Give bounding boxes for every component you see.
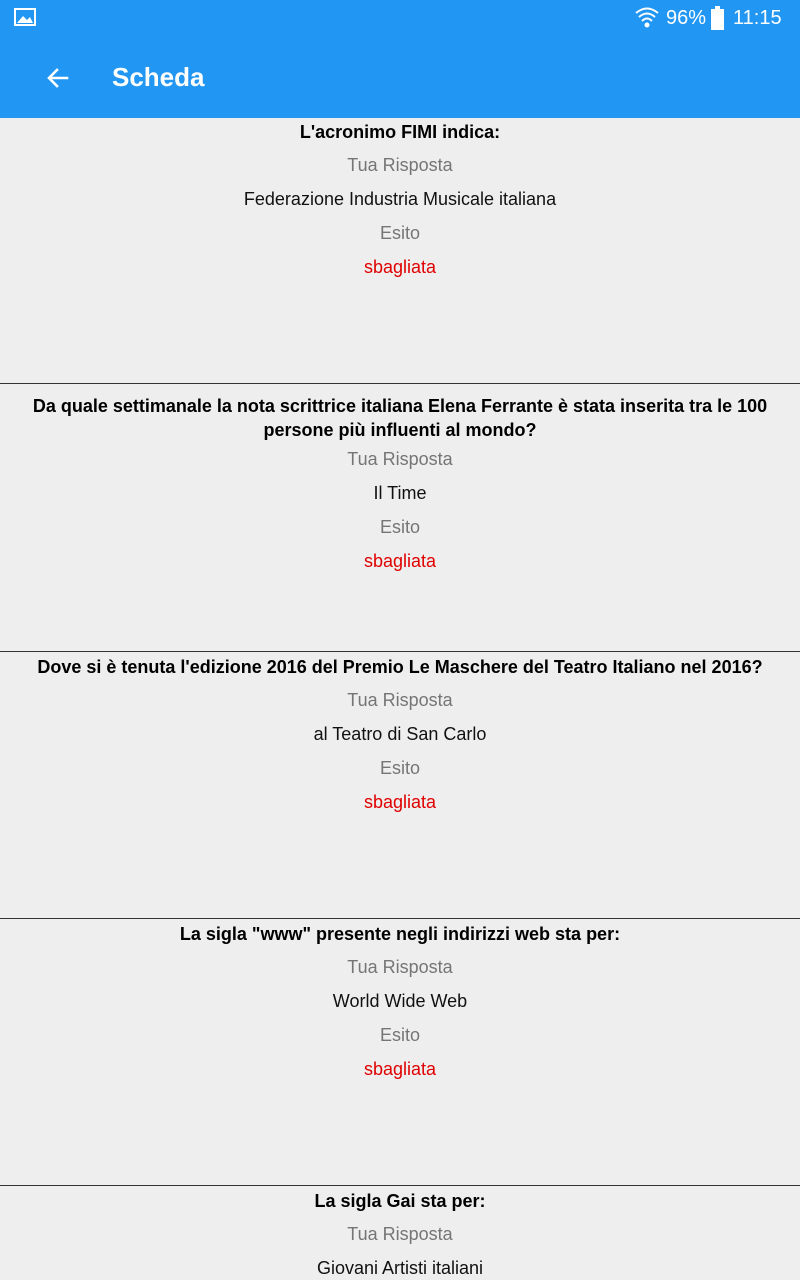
answer-text: al Teatro di San Carlo	[313, 724, 487, 744]
question-text: Dove si è tenuta l'edizione 2016 del Pre…	[37, 657, 763, 677]
page-title: Scheda	[112, 62, 205, 92]
app-bar: Scheda	[0, 38, 800, 118]
result-label: Esito	[379, 1025, 421, 1045]
battery-percentage: 96%	[666, 7, 707, 29]
result-label: Esito	[379, 517, 421, 537]
gallery-icon	[14, 8, 36, 26]
results-list[interactable]: L'acronimo FIMI indica: Tua Risposta Fed…	[0, 118, 800, 1280]
question-text: La sigla "www" presente negli indirizzi …	[179, 924, 621, 944]
battery-icon	[711, 6, 724, 30]
wifi-icon	[635, 7, 659, 28]
answer-text: Federazione Industria Musicale italiana	[243, 189, 557, 209]
answer-label: Tua Risposta	[347, 155, 453, 175]
result-card[interactable]: La sigla Gai sta per: Tua Risposta Giova…	[0, 1186, 800, 1280]
arrow-left-icon	[47, 68, 69, 88]
result-card[interactable]: La sigla "www" presente negli indirizzi …	[0, 919, 800, 1186]
answer-label: Tua Risposta	[347, 449, 453, 469]
result-label: Esito	[379, 758, 421, 778]
answer-label: Tua Risposta	[347, 690, 453, 710]
question-text: La sigla Gai sta per:	[314, 1191, 486, 1211]
answer-text: Il Time	[373, 483, 427, 503]
result-text: sbagliata	[363, 1059, 437, 1079]
result-text: sbagliata	[363, 257, 437, 277]
back-button[interactable]	[34, 54, 82, 102]
result-text: sbagliata	[363, 551, 437, 571]
app-screen: 96% 11:15 Scheda L'acronimo FIMI indica:…	[0, 0, 800, 1280]
result-card[interactable]: Dove si è tenuta l'edizione 2016 del Pre…	[0, 652, 800, 919]
result-text: sbagliata	[363, 792, 437, 812]
result-card[interactable]: Da quale settimanale la nota scrittrice …	[0, 384, 800, 652]
result-label: Esito	[379, 223, 421, 243]
result-card[interactable]: L'acronimo FIMI indica: Tua Risposta Fed…	[0, 118, 800, 384]
question-text: Da quale settimanale la nota scrittrice …	[32, 396, 768, 440]
question-text: L'acronimo FIMI indica:	[299, 122, 501, 142]
answer-label: Tua Risposta	[347, 957, 453, 977]
answer-text: Giovani Artisti italiani	[316, 1258, 484, 1278]
clock: 11:15	[733, 7, 782, 29]
status-bar: 96% 11:15	[0, 0, 800, 38]
answer-text: World Wide Web	[332, 991, 468, 1011]
answer-label: Tua Risposta	[347, 1224, 453, 1244]
